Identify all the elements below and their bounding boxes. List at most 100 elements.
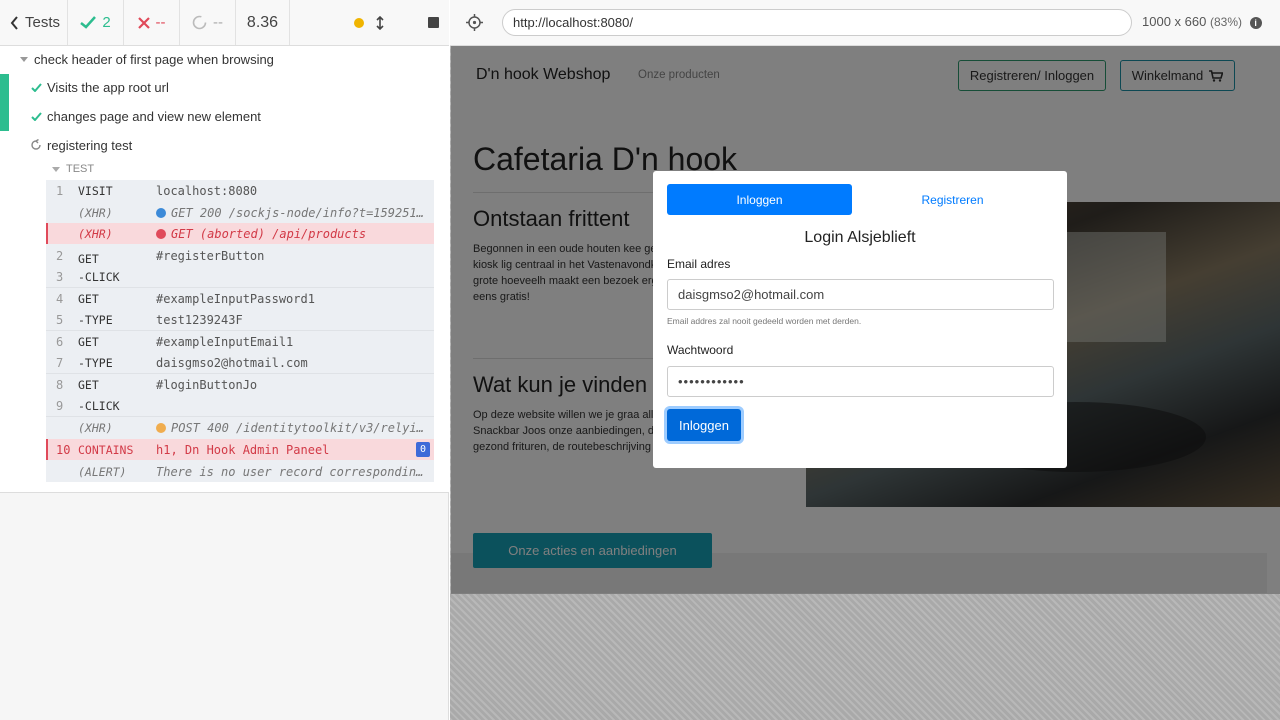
- login-modal: Inloggen Registreren Login Alsjeblieft E…: [653, 171, 1067, 468]
- command-message: h1, Dn Hook Admin Paneel: [156, 442, 330, 457]
- test-title: Visits the app root url: [47, 80, 169, 95]
- command-number: 1: [56, 183, 64, 198]
- command-row[interactable]: 2 GET #registerButton: [46, 245, 434, 267]
- chevron-left-icon: [10, 15, 18, 30]
- command-name: VISIT: [78, 183, 113, 198]
- email-field[interactable]: daisgmso2@hotmail.com: [667, 279, 1054, 310]
- check-icon: [31, 83, 42, 92]
- test-row-changes-page[interactable]: changes page and view new element: [0, 102, 449, 131]
- command-message: GET 200 /sockjs-node/info?t=159251…: [171, 205, 424, 220]
- test-title: registering test: [47, 138, 133, 153]
- duration: 8.36: [236, 0, 290, 45]
- command-message: #exampleInputPassword1: [156, 291, 315, 306]
- back-to-tests-button[interactable]: Tests: [0, 0, 68, 45]
- failed-count-stat[interactable]: --: [124, 0, 180, 45]
- xhr-status-dot: [156, 207, 166, 218]
- command-row[interactable]: (XHR) GET 200 /sockjs-node/info?t=159251…: [46, 202, 434, 223]
- pending-count: --: [213, 14, 223, 31]
- command-number: 4: [56, 291, 64, 306]
- email-help-text: Email addres zal nooit gedeeld worden me…: [667, 316, 862, 326]
- command-number: 3: [56, 269, 64, 284]
- password-label: Wachtwoord: [667, 343, 734, 357]
- collapse-caret-icon: [52, 166, 60, 172]
- command-message-wrap: GET 200 /sockjs-node/info?t=159251…: [156, 206, 426, 220]
- running-indicator-icon: [354, 17, 364, 28]
- command-row[interactable]: 5 -TYPE test1239243F: [46, 309, 434, 330]
- command-row[interactable]: 9 -CLICK: [46, 395, 434, 416]
- info-icon[interactable]: i: [1249, 17, 1262, 29]
- command-row-error[interactable]: (XHR) GET (aborted) /api/products: [46, 223, 434, 244]
- command-number: 8: [56, 377, 64, 392]
- command-name: (XHR): [78, 420, 113, 435]
- reporter-header: Tests 2 -- -- 8.36: [0, 0, 449, 46]
- command-name: GET: [78, 252, 99, 266]
- command-row[interactable]: 4 GET #exampleInputPassword1: [46, 288, 434, 309]
- app-under-test-panel: http://localhost:8080/ 1000 x 660 (83%) …: [450, 0, 1280, 720]
- command-row[interactable]: 8 GET #loginButtonJo: [46, 374, 434, 395]
- command-number: 6: [56, 334, 64, 349]
- command-name: (ALERT): [78, 464, 127, 479]
- command-message-wrap: POST 400 /identitytoolkit/v3/relyi…: [156, 421, 426, 435]
- command-name: -TYPE: [78, 312, 113, 327]
- command-row[interactable]: 7 -TYPE daisgmso2@hotmail.com: [46, 352, 434, 373]
- check-icon: [31, 112, 42, 121]
- command-number: 9: [56, 398, 64, 413]
- command-message: GET (aborted) /api/products: [171, 226, 367, 241]
- pending-count-stat[interactable]: --: [180, 0, 236, 45]
- viewport-dimensions: 1000 x 660: [1142, 14, 1207, 29]
- test-row-visits-root[interactable]: Visits the app root url: [0, 73, 449, 102]
- auto-scroll-arrows-icon[interactable]: [376, 15, 384, 30]
- command-name: GET: [78, 334, 99, 349]
- url-field[interactable]: http://localhost:8080/: [502, 9, 1132, 36]
- tab-login[interactable]: Inloggen: [667, 184, 852, 215]
- command-name: (XHR): [78, 226, 113, 241]
- command-number: 7: [56, 355, 64, 370]
- command-message: #loginButtonJo: [156, 377, 258, 392]
- command-name: GET: [78, 291, 99, 306]
- test-row-registering[interactable]: registering test: [0, 131, 449, 160]
- stop-icon[interactable]: [428, 17, 439, 28]
- command-log: 1 VISIT localhost:8080 (XHR) GET 200 /so…: [46, 180, 434, 482]
- failed-count: --: [155, 14, 166, 31]
- viewport-size: 1000 x 660 (83%) i: [1142, 14, 1262, 29]
- suite-title-text: check header of first page when browsing: [34, 52, 274, 67]
- command-number: 5: [56, 312, 64, 327]
- command-message: POST 400 /identitytoolkit/v3/relyi…: [171, 420, 424, 435]
- command-row[interactable]: 3 -CLICK: [46, 266, 434, 287]
- command-row[interactable]: (ALERT) There is no user record correspo…: [46, 461, 434, 482]
- command-name: GET: [78, 377, 99, 392]
- back-label: Tests: [25, 14, 61, 31]
- command-row[interactable]: 1 VISIT localhost:8080: [46, 180, 434, 201]
- command-name: -TYPE: [78, 355, 113, 370]
- refresh-spinner-icon: [31, 139, 41, 150]
- password-field[interactable]: ••••••••••••: [667, 366, 1054, 397]
- reporter-body: check header of first page when browsing…: [0, 46, 449, 493]
- command-name: (XHR): [78, 205, 113, 220]
- collapse-caret-icon: [20, 57, 28, 62]
- command-message: localhost:8080: [156, 183, 258, 198]
- command-row-failed[interactable]: 10 CONTAINS h1, Dn Hook Admin Paneel 0: [46, 439, 434, 460]
- passed-count: 2: [102, 14, 111, 31]
- command-message-wrap: GET (aborted) /api/products: [156, 227, 426, 241]
- command-message: daisgmso2@hotmail.com: [156, 355, 308, 370]
- xhr-status-dot: [156, 228, 166, 239]
- element-count-badge: 0: [416, 442, 430, 457]
- passed-count-stat[interactable]: 2: [68, 0, 124, 45]
- command-message: #exampleInputEmail1: [156, 334, 294, 349]
- modal-title: Login Alsjeblieft: [804, 229, 916, 246]
- check-icon: [80, 16, 97, 29]
- command-row[interactable]: (XHR) POST 400 /identitytoolkit/v3/relyi…: [46, 417, 434, 438]
- x-icon: [137, 16, 150, 29]
- section-label: TEST: [66, 163, 95, 175]
- suite-title[interactable]: check header of first page when browsing: [20, 52, 274, 67]
- tab-register[interactable]: Registreren: [860, 184, 1045, 215]
- email-label: Email adres: [667, 257, 731, 271]
- command-name: -CLICK: [78, 398, 120, 413]
- crosshair-selector-icon[interactable]: [466, 14, 483, 31]
- command-message: #registerButton: [156, 248, 265, 263]
- xhr-status-dot: [156, 422, 166, 433]
- test-section-header[interactable]: TEST: [52, 163, 94, 175]
- command-row[interactable]: 6 GET #exampleInputEmail1: [46, 331, 434, 352]
- login-submit-button[interactable]: Inloggen: [667, 409, 741, 441]
- pending-circle-icon: [192, 15, 207, 30]
